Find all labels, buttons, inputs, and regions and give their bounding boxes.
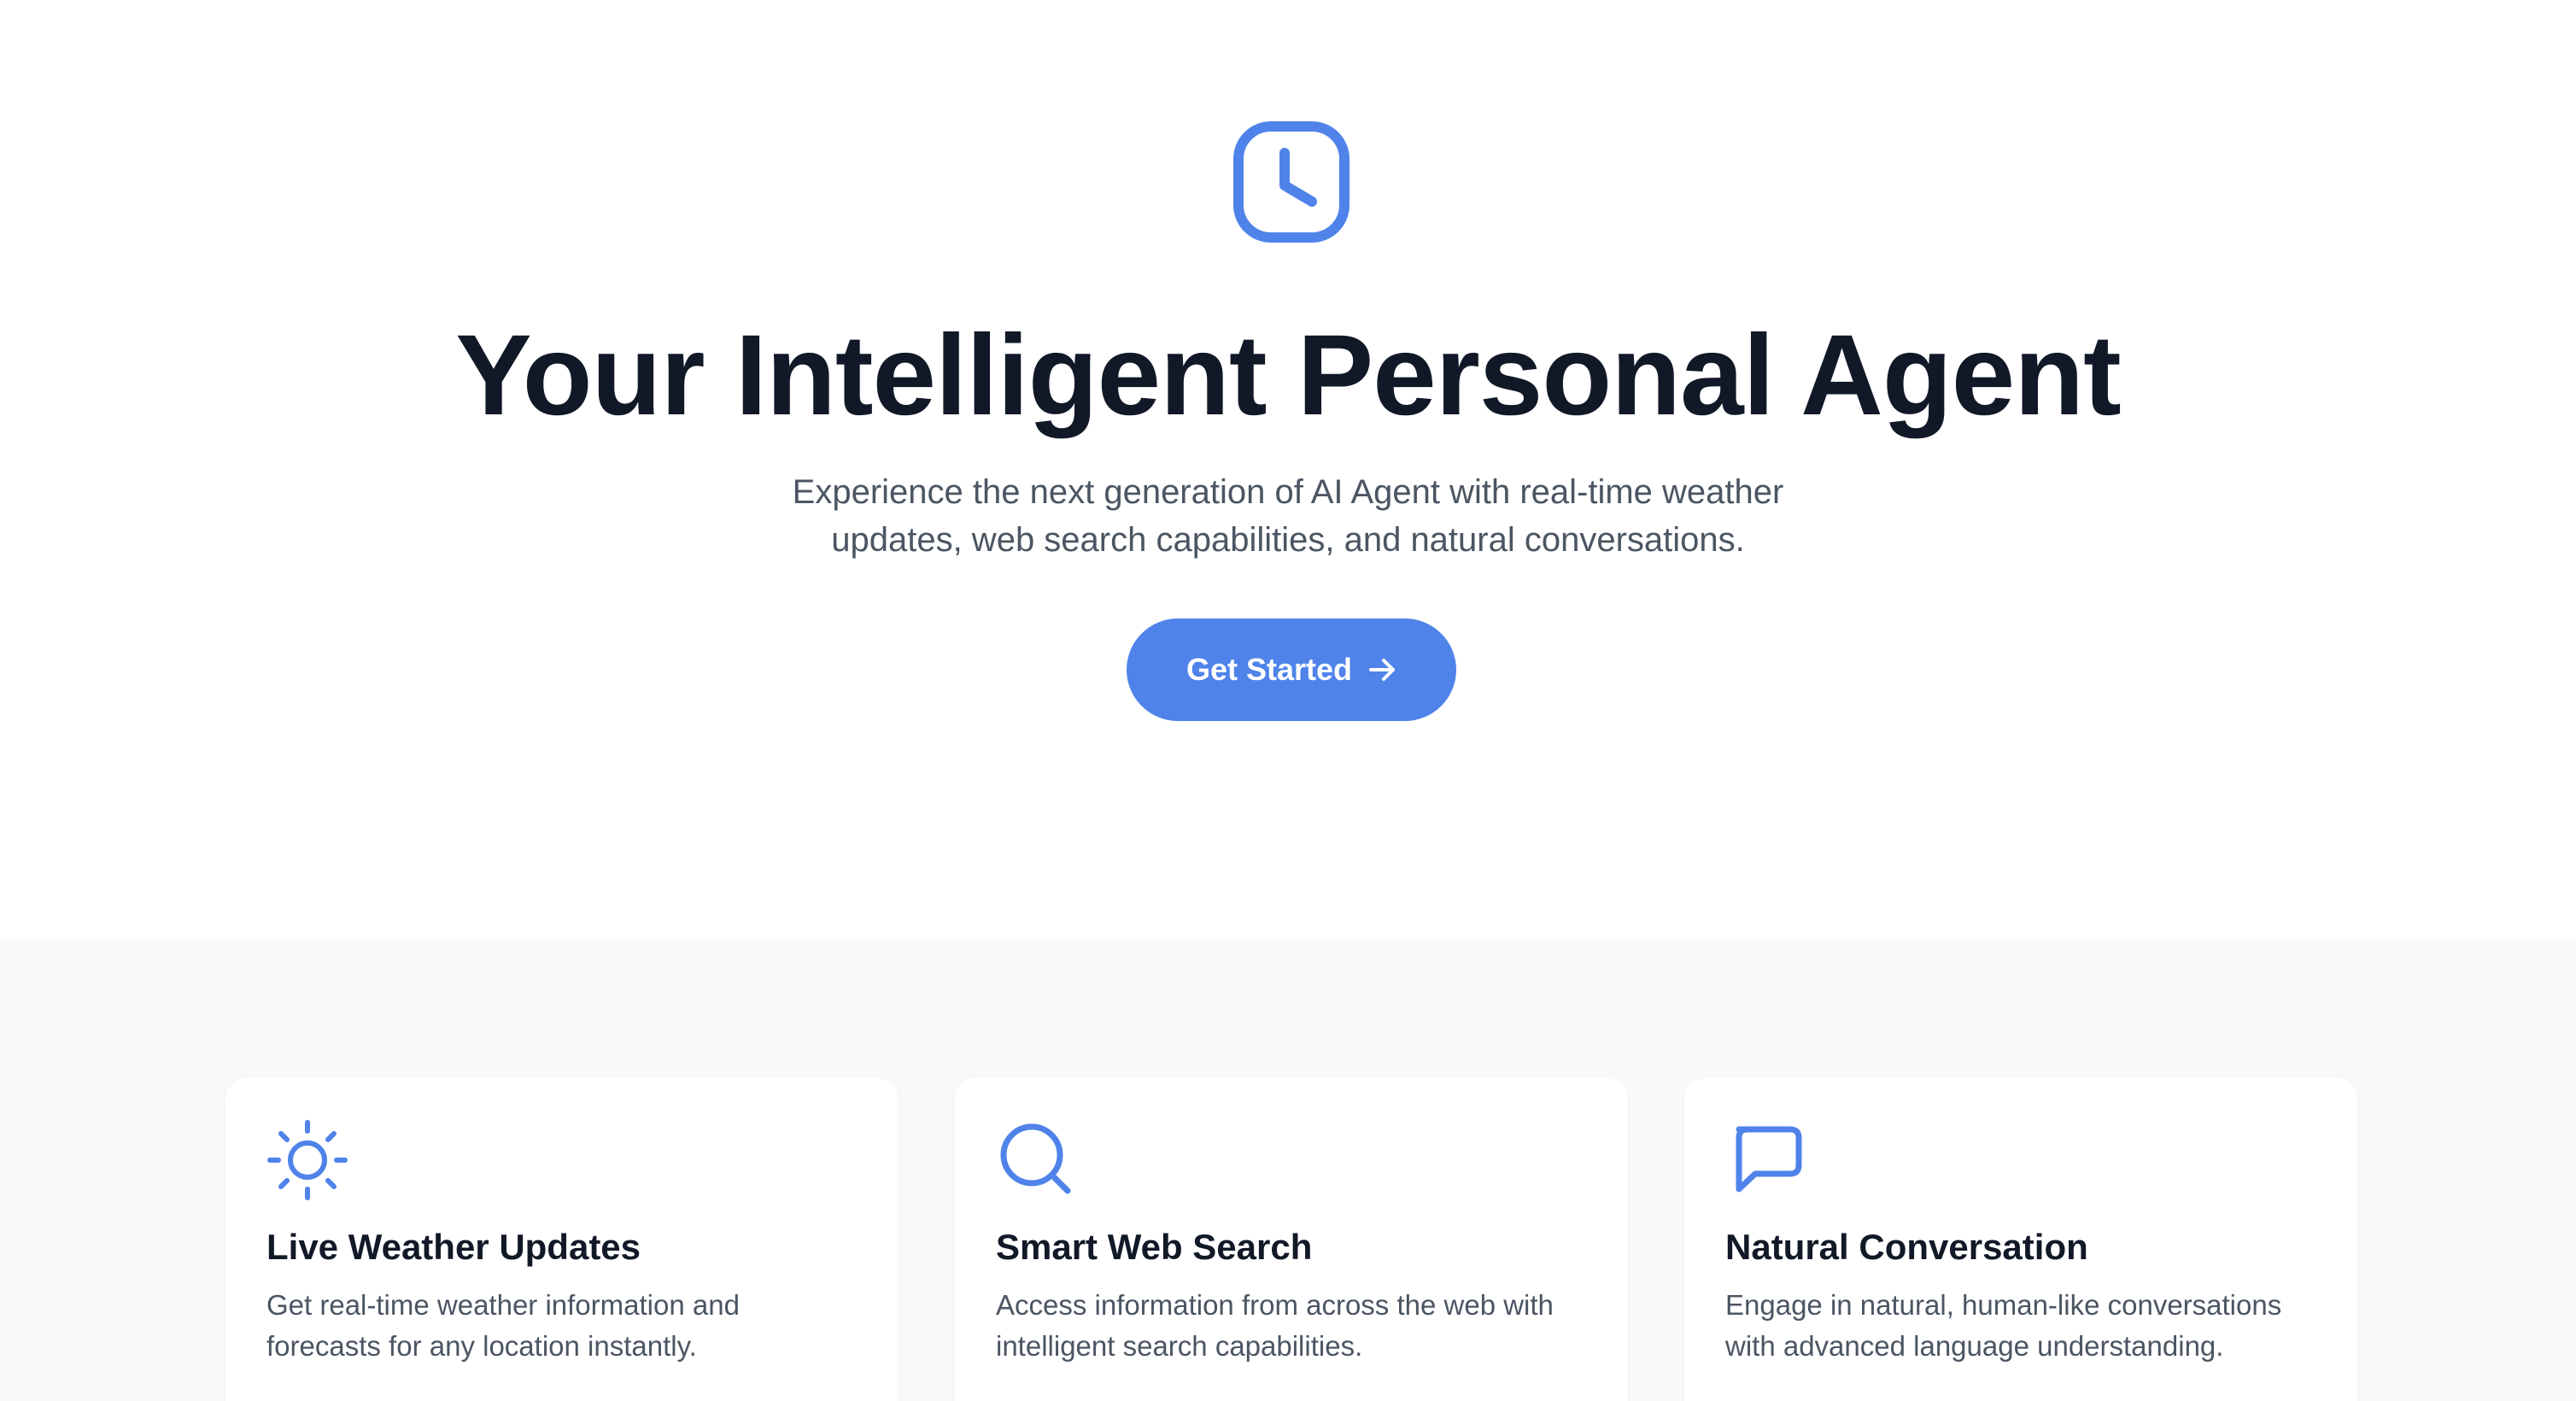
feature-card-weather: Live Weather Updates Get real-time weath… [225, 1078, 899, 1401]
feature-title: Live Weather Updates [266, 1227, 641, 1267]
get-started-button[interactable]: Get Started [1127, 618, 1456, 721]
search-icon [994, 1117, 1080, 1203]
message-icon [1724, 1117, 1809, 1203]
feature-card-conversation: Natural Conversation Engage in natural, … [1684, 1078, 2357, 1401]
landing-page: Your Intelligent Personal Agent Experien… [0, 0, 2576, 1401]
feature-card-search: Smart Web Search Access information from… [955, 1078, 1628, 1401]
arrow-right-icon [1367, 655, 1396, 684]
hero-subtitle: Experience the next generation of AI Age… [792, 473, 1784, 559]
hero-section: Your Intelligent Personal Agent Experien… [0, 0, 2576, 940]
feature-title: Smart Web Search [996, 1227, 1313, 1267]
sun-icon [265, 1117, 350, 1203]
feature-description: Engage in natural, human-like conversati… [1725, 1289, 2282, 1362]
get-started-label: Get Started [1186, 652, 1353, 687]
hero-title: Your Intelligent Personal Agent [455, 312, 2121, 439]
feature-description: Access information from across the web w… [996, 1289, 1554, 1362]
feature-description: Get real-time weather information and fo… [266, 1289, 740, 1362]
feature-title: Natural Conversation [1725, 1227, 2088, 1267]
features-section: Live Weather Updates Get real-time weath… [0, 940, 2576, 1401]
clock-icon [1232, 120, 1351, 244]
